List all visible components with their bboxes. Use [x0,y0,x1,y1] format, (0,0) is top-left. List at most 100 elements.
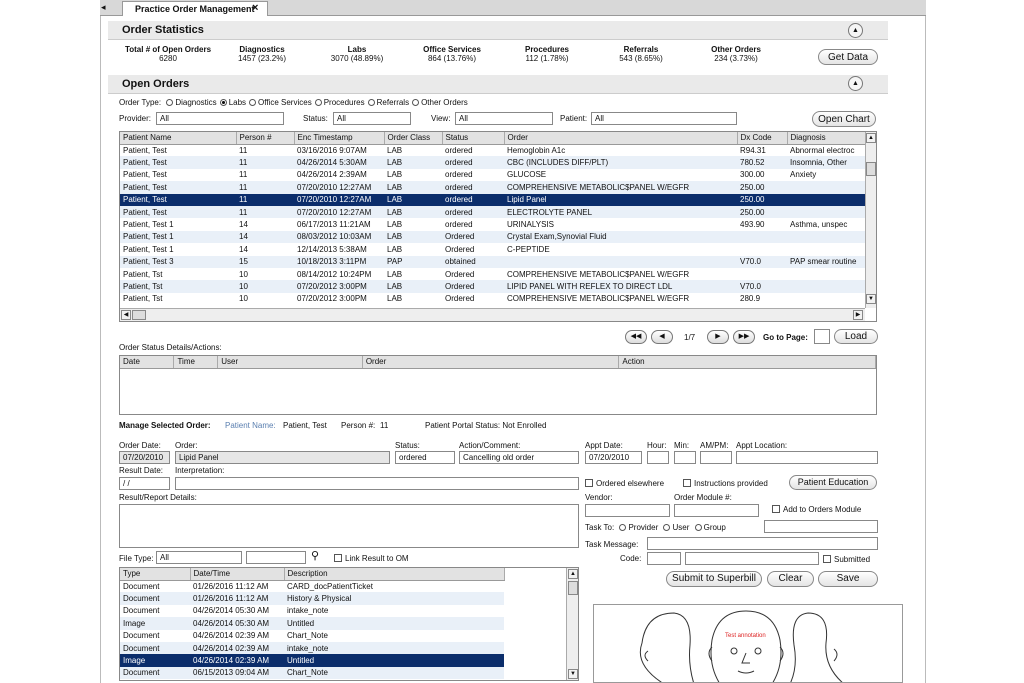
instructions-provided-checkbox[interactable]: Instructions provided [683,479,768,488]
submit-superbill-button[interactable]: Submit to Superbill [666,571,762,587]
collapse-up-icon[interactable]: ▲ [848,23,863,38]
task-to-group-radio[interactable]: Group [692,523,726,532]
tab-practice-order-management[interactable]: Practice Order Management [122,1,268,16]
appt-date-field[interactable]: 07/20/2010 [585,451,642,464]
order-type-office-services-radio[interactable]: Office Services [246,98,312,107]
table-row[interactable]: Document 04/26/2014 02:39 AM Chart_Note [120,630,504,642]
files-vertical-scrollbar[interactable]: ▲ ▼ [566,568,578,680]
min-field[interactable] [674,451,696,464]
collapse-up-icon[interactable]: ▲ [848,76,863,91]
scroll-down-icon[interactable]: ▼ [568,669,578,679]
last-page-icon[interactable]: ▶▶ [733,330,755,344]
table-row[interactable]: Patient, Tst 10 07/20/2012 3:00PM LAB Ordere… [120,293,865,305]
result-date-field[interactable]: / / [119,477,170,490]
table-row[interactable]: Document 06/15/2013 09:04 AM Chart_Note [120,666,504,680]
first-page-icon[interactable]: ◀◀ [625,330,647,344]
order-type-diagnostics-radio[interactable]: Diagnostics [163,98,217,107]
table-row[interactable]: Patient, Test 1 14 12/14/2013 5:38AM LAB Ord… [120,243,865,255]
column-header[interactable]: Date/Time [190,568,285,581]
order-type-referrals-radio[interactable]: Referrals [365,98,409,107]
close-icon[interactable]: × [252,2,258,14]
add-to-orders-checkbox[interactable]: Add to Orders Module [772,505,861,514]
scroll-thumb[interactable] [132,310,146,320]
scroll-up-icon[interactable]: ▲ [866,133,876,143]
provider-input[interactable]: All [156,112,284,125]
order-field[interactable]: Lipid Panel [175,451,390,464]
radio-icon[interactable] [412,99,420,106]
radio-icon[interactable] [694,524,702,531]
checkbox-icon[interactable] [334,554,342,562]
table-row[interactable]: Patient, Test 1 14 06/17/2013 11:21AM LAB or… [120,218,865,230]
table-row[interactable]: Patient, Test 11 04/26/2014 5:30AM LAB order… [120,156,865,169]
column-header[interactable]: Action [618,356,876,369]
appt-location-field[interactable] [736,451,878,464]
get-data-button[interactable]: Get Data [818,49,878,65]
column-header[interactable]: Type [120,568,191,581]
file-type-input[interactable]: All [156,551,242,564]
code-description-field[interactable] [685,552,819,565]
column-header[interactable]: Patient Name [120,132,237,145]
scroll-left-icon[interactable]: ◀ [121,310,131,320]
table-row[interactable]: Image 04/26/2014 05:30 AM Untitled [120,617,504,630]
order-type-procedures-radio[interactable]: Procedures [312,98,365,107]
radio-icon[interactable] [367,99,375,106]
table-row[interactable]: Patient, Tst 10 07/20/2012 3:00PM LAB Ordere… [120,280,865,293]
checkbox-icon[interactable] [585,479,593,487]
status-input[interactable]: All [333,112,411,125]
table-row[interactable]: Patient, Test 11 04/26/2014 2:39AM LAB order… [120,169,865,181]
column-header[interactable]: Order [504,132,738,145]
patient-education-button[interactable]: Patient Education [789,475,877,490]
result-details-field[interactable] [119,504,579,548]
table-row[interactable]: Document 04/26/2014 02:39 AM intake_note [120,641,504,655]
vendor-field[interactable] [585,504,670,517]
table-row[interactable]: Patient, Test 11 07/20/2010 12:27AM LAB orde… [120,181,865,194]
save-button[interactable]: Save [818,571,878,587]
view-input[interactable]: All [455,112,553,125]
orders-vertical-scrollbar[interactable]: ▲ ▼ [865,132,876,308]
hour-field[interactable] [647,451,669,464]
ordered-elsewhere-checkbox[interactable]: Ordered elsewhere [585,479,664,488]
ampm-field[interactable] [700,451,732,464]
task-message-field[interactable] [647,537,878,550]
table-row[interactable]: Patient, Test 3 15 10/18/2013 3:11PM PAP obt… [120,255,865,268]
goto-page-input[interactable] [814,329,830,344]
next-page-icon[interactable]: ▶ [707,330,729,344]
task-group-field[interactable] [764,520,878,533]
order-module-field[interactable] [674,504,759,517]
scroll-thumb[interactable] [866,162,876,176]
column-header[interactable]: Time [173,356,219,369]
checkbox-icon[interactable] [683,479,691,487]
radio-icon[interactable] [166,99,174,106]
table-row[interactable]: Document 01/26/2016 11:12 AM History & Phy… [120,592,504,605]
scroll-right-icon[interactable]: ▶ [853,310,863,320]
interpretation-field[interactable] [175,477,579,490]
column-header[interactable]: Order [362,356,620,369]
table-row[interactable]: Patient, Test 1 14 08/03/2012 10:03AM LAB Or… [120,230,865,244]
column-header[interactable]: Diagnosis [787,132,866,145]
column-header[interactable]: User [217,356,363,369]
scroll-down-icon[interactable]: ▼ [866,294,876,304]
table-row[interactable]: Patient, Tst 10 08/14/2012 10:24PM LAB Order… [120,268,865,280]
column-header[interactable]: Person # [236,132,295,145]
radio-icon[interactable] [249,99,257,106]
radio-icon[interactable] [219,99,227,106]
code-field[interactable] [647,552,681,565]
table-row[interactable]: Document 01/26/2016 11:12 AM CARD_docPatie… [120,580,504,592]
search-icon[interactable]: ⚲ [311,549,319,562]
task-to-provider-radio[interactable]: Provider [614,523,660,532]
table-row[interactable]: Document 04/26/2014 05:30 AM intake_note [120,605,504,617]
table-row[interactable]: Patient, Test 11 07/20/2010 12:27AM LAB orde… [120,205,865,219]
patient-input[interactable]: All [591,112,737,125]
scroll-up-icon[interactable]: ▲ [568,569,578,579]
order-date-field[interactable]: 07/20/2010 [119,451,170,464]
column-header[interactable]: Date [120,356,175,369]
radio-icon[interactable] [314,99,322,106]
column-header[interactable]: Status [442,132,505,145]
checkbox-icon[interactable] [772,505,780,513]
prev-page-icon[interactable]: ◀ [651,330,673,344]
load-button[interactable]: Load [834,329,878,344]
open-chart-button[interactable]: Open Chart [812,111,876,127]
status-field[interactable]: ordered [395,451,455,464]
submitted-checkbox[interactable]: Submitted [823,555,870,564]
column-header[interactable]: Description [284,568,505,581]
